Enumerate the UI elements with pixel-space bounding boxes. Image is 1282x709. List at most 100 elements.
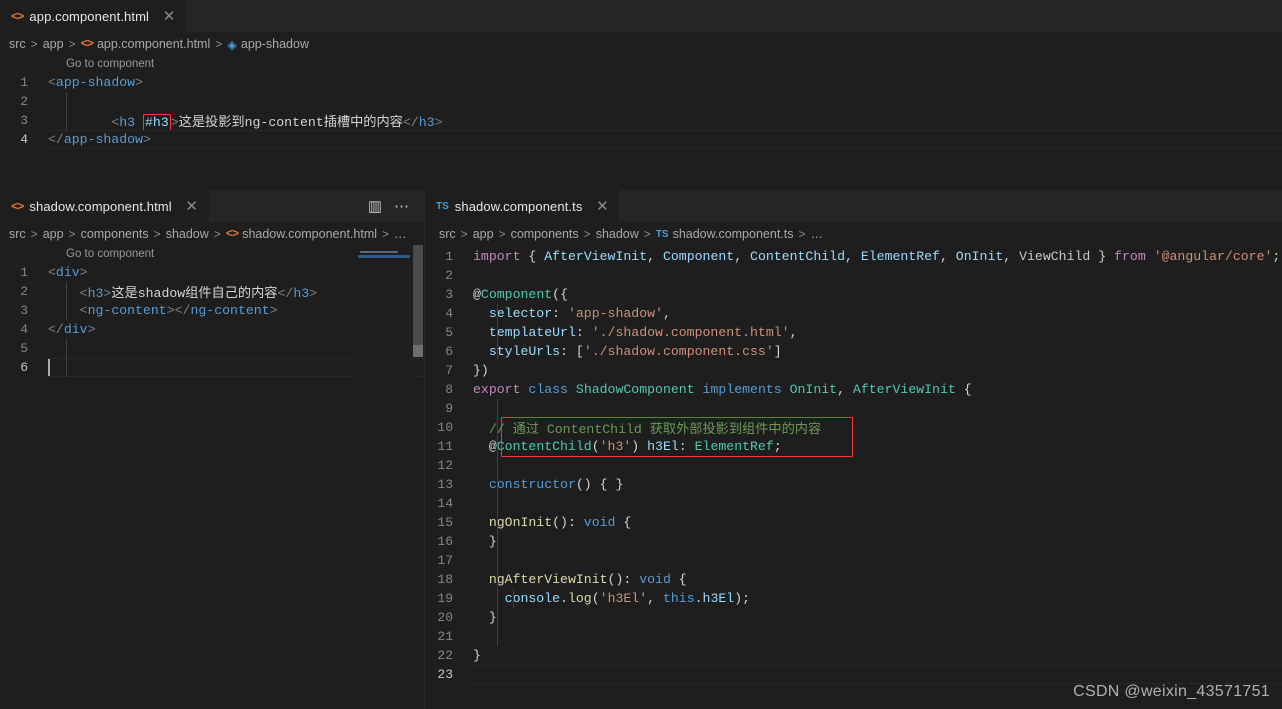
code-line[interactable]: 2 <box>425 266 1282 285</box>
tab-shadow-component-html[interactable]: <> shadow.component.html ✕ <box>0 190 210 223</box>
code-token: } <box>473 648 481 663</box>
line-number: 20 <box>437 610 453 625</box>
line-number: 3 <box>20 303 28 318</box>
code-line[interactable]: 9 <box>425 399 1282 418</box>
breadcrumb-item-more[interactable]: … <box>811 227 824 241</box>
breadcrumb-item-file[interactable]: shadow.component.html <box>242 227 377 241</box>
code-token: h3 <box>87 286 104 301</box>
code-line[interactable]: 6 styleUrls: ['./shadow.component.css'] <box>425 342 1282 361</box>
breadcrumb-item-shadow[interactable]: shadow <box>596 227 639 241</box>
code-line[interactable]: 10 // 通过 ContentChild 获取外部投影到组件中的内容 <box>425 418 1282 437</box>
line-content: @Component({ <box>473 287 1282 302</box>
breadcrumb-item-components[interactable]: components <box>81 227 149 241</box>
code-token: : <box>560 344 576 359</box>
code-token: </ <box>277 286 294 301</box>
code-line[interactable]: 20 } <box>425 608 1282 627</box>
line-number: 1 <box>20 75 28 90</box>
breadcrumb-separator: > <box>460 227 468 241</box>
line-number: 12 <box>437 458 453 473</box>
code-line[interactable]: 5 <box>0 339 424 358</box>
code-token: , <box>939 249 956 264</box>
indent-guide <box>497 475 498 494</box>
code-line[interactable]: 3 <h3 #h3 >这是投影到ng-content插槽中的内容</h3> <box>0 111 1282 131</box>
code-line[interactable]: 18 ngAfterViewInit(): void { <box>425 570 1282 589</box>
breadcrumb-item-symbol[interactable]: app-shadow <box>241 37 309 51</box>
breadcrumb-item-src[interactable]: src <box>9 37 26 51</box>
code-line[interactable]: 14 <box>425 494 1282 513</box>
indent-guide <box>66 339 67 358</box>
code-line[interactable]: 1 <div> <box>0 263 424 282</box>
close-icon[interactable]: ✕ <box>185 199 199 214</box>
code-line[interactable]: 4 selector: 'app-shadow', <box>425 304 1282 323</box>
code-token: , <box>1003 249 1020 264</box>
code-line[interactable]: 15 ngOnInit(): void { <box>425 513 1282 532</box>
ts-icon: TS <box>436 201 449 212</box>
top-code-lines[interactable]: 1 <app-shadow> 2 3 <h3 #h3 >这是投影到ng-content插… <box>0 73 1282 149</box>
code-line[interactable]: 6 <box>0 358 424 377</box>
code-token: @ <box>488 439 497 454</box>
code-token: implements <box>702 382 782 397</box>
code-line[interactable]: 3 @Component({ <box>425 285 1282 304</box>
code-line[interactable]: 8 export class ShadowComponent implements… <box>425 380 1282 399</box>
code-line[interactable]: 7}) <box>425 361 1282 380</box>
line-number: 13 <box>437 477 453 492</box>
indent-guide <box>66 301 67 320</box>
breadcrumb-item-app[interactable]: app <box>43 227 64 241</box>
breadcrumb-item-app[interactable]: app <box>473 227 494 241</box>
code-line[interactable]: 16 } <box>425 532 1282 551</box>
code-line[interactable]: 1 <app-shadow> <box>0 73 1282 92</box>
line-content: <h3>这是shadow组件自己的内容</h3> <box>48 282 424 301</box>
code-line[interactable]: 4 </app-shadow> <box>0 130 1282 149</box>
top-editor[interactable]: Go to component 1 <app-shadow> 2 3 <h3 #h3 >… <box>0 55 1282 185</box>
breadcrumb-item-file[interactable]: shadow.component.ts <box>673 227 794 241</box>
line-number: 14 <box>437 496 453 511</box>
close-icon[interactable]: ✕ <box>162 9 176 24</box>
left-editor[interactable]: Go to component 1 <div> 2 <h3>这是shadow组件自己… <box>0 245 424 708</box>
breadcrumb-item-src[interactable]: src <box>439 227 456 241</box>
code-line[interactable]: 2 <box>0 92 1282 111</box>
tab-shadow-component-ts[interactable]: TS shadow.component.ts ✕ <box>425 190 621 223</box>
right-editor[interactable]: 1 import { AfterViewInit, Component, Cont… <box>425 245 1282 708</box>
breadcrumb-item-file[interactable]: app.component.html <box>97 37 210 51</box>
code-line[interactable]: 12 <box>425 456 1282 475</box>
code-token: @ <box>473 287 481 302</box>
codelens-go-to-component[interactable]: Go to component <box>0 245 424 263</box>
tab-app-component-html[interactable]: <> app.component.html ✕ <box>0 0 187 33</box>
code-token: ( <box>591 439 600 454</box>
code-line[interactable]: 4 </div> <box>0 320 424 339</box>
breadcrumb-item-components[interactable]: components <box>511 227 579 241</box>
code-line[interactable]: 17 <box>425 551 1282 570</box>
left-editor-scrollbar[interactable] <box>412 245 424 708</box>
breadcrumb-item-src[interactable]: src <box>9 227 26 241</box>
breadcrumb-item-shadow[interactable]: shadow <box>166 227 209 241</box>
close-icon[interactable]: ✕ <box>595 199 609 214</box>
html-icon: <> <box>11 9 24 24</box>
breadcrumb-separator: > <box>30 37 38 51</box>
code-line[interactable]: 11 @ContentChild('h3') h3El: ElementRef; <box>425 437 1282 456</box>
breadcrumb-item-more[interactable]: … <box>394 227 407 241</box>
breadcrumb-item-app[interactable]: app <box>43 37 64 51</box>
code-token: ] <box>773 344 782 359</box>
left-code-lines[interactable]: 1 <div> 2 <h3>这是shadow组件自己的内容</h3> 3 <ng-co… <box>0 263 424 377</box>
code-line[interactable]: 2 <h3>这是shadow组件自己的内容</h3> <box>0 282 424 301</box>
split-editor-icon[interactable]: ▥ <box>368 199 382 214</box>
code-line[interactable]: 3 <ng-content></ng-content> <box>0 301 424 320</box>
more-actions-icon[interactable]: ⋯ <box>394 199 410 214</box>
code-line[interactable]: 13 constructor() { } <box>425 475 1282 494</box>
indent-guide <box>497 418 498 437</box>
code-line[interactable]: 21 <box>425 627 1282 646</box>
code-line[interactable]: 22} <box>425 646 1282 665</box>
codelens-go-to-component[interactable]: Go to component <box>0 55 1282 73</box>
code-line[interactable]: 1 import { AfterViewInit, Component, Cont… <box>425 247 1282 266</box>
line-number: 16 <box>437 534 453 549</box>
line-number: 3 <box>445 287 453 302</box>
code-token: div <box>55 265 80 280</box>
code-line[interactable]: 23 <box>425 665 1282 684</box>
code-line[interactable]: 5 templateUrl: './shadow.component.html'… <box>425 323 1282 342</box>
line-content: </app-shadow> <box>48 132 1282 147</box>
code-line[interactable]: 19 console.log('h3El', this.h3El); <box>425 589 1282 608</box>
right-code-lines[interactable]: 1 import { AfterViewInit, Component, Cont… <box>425 245 1282 684</box>
